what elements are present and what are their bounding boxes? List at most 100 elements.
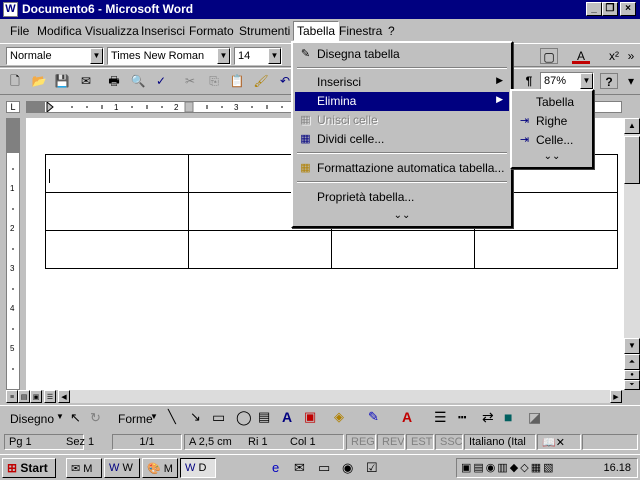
free-rotate-icon[interactable]: ↻ — [90, 410, 101, 426]
fill-color-icon[interactable]: ◈ — [334, 409, 344, 425]
status-track-changes[interactable]: REV — [377, 434, 405, 450]
status-overtype[interactable]: SSC — [435, 434, 463, 450]
menu-finestra[interactable]: Finestra — [339, 24, 382, 38]
next-page-button[interactable]: ⏷ — [624, 380, 640, 390]
menu-help[interactable]: ? — [388, 24, 395, 38]
print-layout-button[interactable]: ▣ — [30, 390, 42, 403]
scroll-thumb[interactable] — [624, 136, 640, 184]
help-icon[interactable]: ? — [600, 73, 618, 89]
taskbar-button[interactable]: 🎨 M — [142, 458, 178, 478]
draw-menu[interactable]: Disegno — [10, 412, 54, 426]
show-formatting-icon[interactable]: ¶ — [520, 73, 538, 89]
h-scroll-track[interactable] — [70, 390, 610, 403]
menu-tabella[interactable]: Tabella — [293, 21, 340, 41]
email-icon[interactable]: ✉ — [77, 73, 95, 89]
table-cell[interactable] — [45, 230, 189, 269]
start-button[interactable]: ⊞ Start — [2, 458, 56, 478]
shadow-icon[interactable]: ■ — [504, 409, 512, 425]
spelling-icon[interactable]: ✓ — [152, 73, 170, 89]
status-language[interactable]: Italiano (Ital — [464, 434, 536, 450]
channels-icon[interactable]: ◉ — [342, 460, 353, 476]
borders-icon[interactable]: ▢ — [540, 48, 558, 64]
taskbar-button[interactable]: ✉ M — [66, 458, 102, 478]
chevron-down-icon[interactable]: ▼ — [56, 412, 64, 421]
expand-menu-chevron-icon[interactable]: ⌄⌄ — [512, 151, 592, 162]
print-icon[interactable]: 🖶 — [105, 73, 123, 89]
font-combo[interactable]: Times New Roman ▼ — [107, 47, 231, 65]
arrow-icon[interactable]: ↘ — [190, 409, 201, 425]
vertical-scrollbar[interactable]: ▲ ▼ ⏶ ● ⏷ — [624, 118, 640, 390]
more-buttons-icon[interactable]: » — [624, 48, 638, 64]
more-buttons-icon[interactable]: ▾ — [624, 73, 638, 89]
clipart-icon[interactable]: ▣ — [304, 409, 316, 425]
web-layout-button[interactable]: ▤ — [18, 390, 30, 403]
format-painter-icon[interactable]: 🖌 — [252, 73, 270, 89]
style-combo[interactable]: Normale ▼ — [6, 47, 104, 65]
menu-item-properties[interactable]: Proprietà tabella... — [295, 188, 509, 207]
status-extend-selection[interactable]: EST — [406, 434, 434, 450]
outlook-icon[interactable]: ✉ — [294, 460, 305, 476]
browser-icon[interactable]: e — [272, 460, 279, 475]
previous-page-button[interactable]: ⏶ — [624, 354, 640, 370]
taskbar-button[interactable]: W W — [104, 458, 140, 478]
menu-item-delete-rows[interactable]: ⇥ Righe — [514, 112, 590, 131]
word-app-icon[interactable]: W — [3, 2, 18, 17]
browse-object-button[interactable]: ● — [624, 370, 640, 380]
scroll-right-button[interactable]: ▶ — [610, 390, 622, 403]
paste-icon[interactable]: 📋 — [228, 73, 246, 89]
quicklaunch-icon[interactable]: ☑ — [366, 460, 378, 476]
open-folder-icon[interactable]: 📂 — [30, 73, 48, 89]
oval-icon[interactable]: ◯ — [236, 409, 252, 426]
superscript-icon[interactable]: x² — [605, 48, 623, 64]
line-icon[interactable]: ╲ — [168, 409, 176, 425]
status-record-macro[interactable]: REG — [346, 434, 376, 450]
line-style-icon[interactable]: ☰ — [434, 409, 447, 426]
menu-inserisci[interactable]: Inserisci — [141, 24, 185, 38]
menu-strumenti[interactable]: Strumenti — [239, 24, 290, 38]
chevron-down-icon[interactable]: ▼ — [580, 73, 593, 89]
3d-icon[interactable]: ◪ — [528, 409, 541, 426]
minimize-button[interactable]: _ — [586, 2, 602, 16]
menu-item-autoformat[interactable]: ▦ Formattazione automatica tabella... — [295, 159, 509, 178]
new-document-icon[interactable]: 🗋 — [6, 73, 24, 89]
chevron-down-icon[interactable]: ▼ — [268, 48, 281, 64]
font-size-combo[interactable]: 14 ▼ — [234, 47, 282, 65]
scroll-up-button[interactable]: ▲ — [624, 118, 640, 134]
rectangle-icon[interactable]: ▭ — [212, 409, 225, 426]
desktop-icon[interactable]: ▭ — [318, 460, 330, 476]
menu-item-delete[interactable]: Elimina ▶ — [295, 92, 509, 111]
arrow-style-icon[interactable]: ⇄ — [482, 409, 494, 426]
table-cell[interactable] — [188, 230, 332, 269]
chevron-down-icon[interactable]: ▼ — [90, 48, 103, 64]
autoshapes-menu[interactable]: Forme — [118, 412, 153, 426]
table-cell[interactable] — [474, 230, 618, 269]
copy-icon[interactable]: ⎘ — [205, 73, 223, 89]
expand-menu-chevron-icon[interactable]: ⌄⌄ — [293, 210, 511, 221]
spelling-status-icon[interactable]: 📖✕ — [537, 434, 581, 450]
chevron-down-icon[interactable]: ▼ — [217, 48, 230, 64]
print-preview-icon[interactable]: 🔍 — [129, 73, 147, 89]
tray-icons[interactable]: ▣▤◉▥◆◇▦▧ — [461, 461, 555, 474]
menu-item-delete-table[interactable]: Tabella — [514, 93, 590, 112]
font-color-icon[interactable]: A — [402, 409, 412, 425]
table-cell[interactable] — [45, 154, 189, 193]
menu-item-split-cells[interactable]: ▦ Dividi celle... — [295, 130, 509, 149]
menu-item-merge-cells[interactable]: ▦ Unisci celle — [295, 111, 509, 130]
table-cell[interactable] — [331, 230, 475, 269]
close-button[interactable]: × — [620, 2, 636, 16]
maximize-button[interactable]: ❐ — [602, 2, 618, 16]
clock[interactable]: 16.18 — [603, 462, 631, 474]
menu-item-insert[interactable]: Inserisci ▶ — [295, 73, 509, 92]
cut-icon[interactable]: ✂ — [181, 73, 199, 89]
wordart-icon[interactable]: A — [282, 409, 292, 425]
menu-item-draw-table[interactable]: ✎ Disegna tabella — [295, 45, 509, 64]
outline-view-button[interactable]: ☰ — [44, 390, 56, 403]
text-box-icon[interactable]: ▤ — [258, 409, 270, 425]
tab-selector[interactable]: L — [6, 101, 20, 113]
normal-view-button[interactable]: ≡ — [6, 390, 18, 403]
menu-visualizza[interactable]: Visualizza — [85, 24, 139, 38]
table-cell[interactable] — [45, 192, 189, 231]
zoom-combo[interactable]: 87% ▼ — [540, 72, 594, 90]
select-objects-icon[interactable]: ↖ — [70, 410, 81, 426]
save-icon[interactable]: 💾 — [53, 73, 71, 89]
